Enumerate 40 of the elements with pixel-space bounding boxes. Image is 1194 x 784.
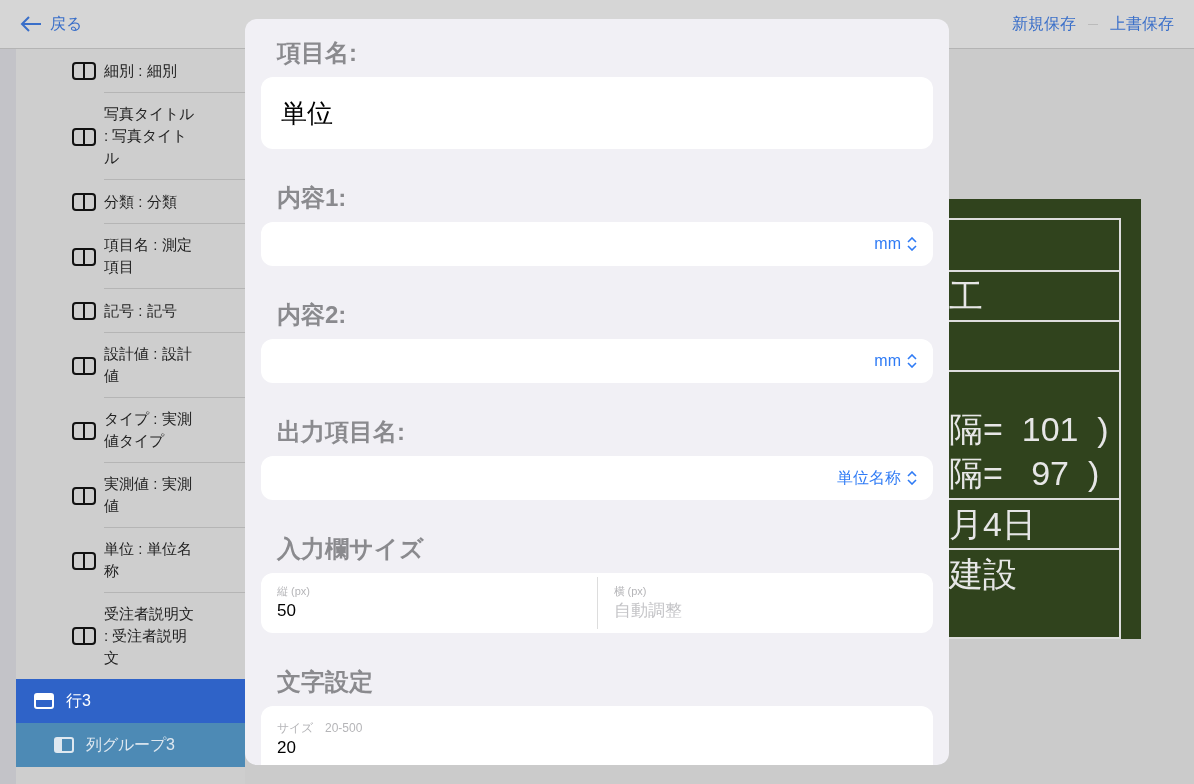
text-field[interactable]: 単位	[261, 77, 933, 149]
split-view-icon	[72, 62, 96, 80]
split-view-icon	[72, 627, 96, 645]
sidebar-item[interactable]: 受注者説明文 : 受注者説明文	[16, 593, 245, 679]
save-button[interactable]: 上書保存	[1110, 12, 1174, 36]
field-label: サイズ 20-500	[277, 720, 364, 736]
split-view-icon	[72, 486, 96, 505]
section-title: 入力欄サイズ	[276, 534, 425, 564]
split-view-icon	[72, 247, 96, 266]
sidebar-group-item[interactable]: 行3	[16, 679, 245, 723]
split-view-icon	[72, 356, 96, 375]
save-button[interactable]: 新規保存	[1012, 12, 1076, 36]
unit-select[interactable]: 単位名称	[261, 456, 933, 500]
board-text: 月4日	[949, 504, 1037, 545]
input-field[interactable]: 20	[277, 736, 917, 760]
unit-select[interactable]: mm	[261, 339, 933, 383]
board-text: 隔= 97 )	[949, 453, 1101, 494]
split-view-icon	[72, 193, 96, 211]
section-title: 内容2:	[276, 300, 348, 330]
board-text: 建設	[949, 554, 1018, 595]
split-view-icon	[72, 551, 96, 570]
up-down-chevron-icon	[907, 237, 917, 251]
column-icon	[54, 737, 74, 753]
up-down-chevron-icon	[907, 471, 917, 485]
row-icon	[34, 693, 54, 709]
section-title: 内容1:	[276, 183, 348, 213]
split-view-icon	[72, 421, 96, 440]
split-view-icon	[72, 127, 96, 146]
input-field[interactable]: 50	[277, 599, 581, 623]
field-label: 横 (px)	[613, 584, 648, 599]
back-arrow-icon	[20, 15, 42, 33]
board-text: 隔= 101 )	[949, 409, 1110, 450]
section-title: 出力項目名:	[276, 417, 406, 447]
up-down-chevron-icon	[907, 354, 917, 368]
unit-select[interactable]: mm	[261, 222, 933, 266]
section-title: 項目名:	[275, 38, 358, 68]
field-label: 縦 (px)	[277, 584, 311, 599]
section-title: 文字設定	[276, 667, 374, 697]
board-text: 工	[949, 276, 984, 317]
split-view-icon	[72, 302, 96, 320]
